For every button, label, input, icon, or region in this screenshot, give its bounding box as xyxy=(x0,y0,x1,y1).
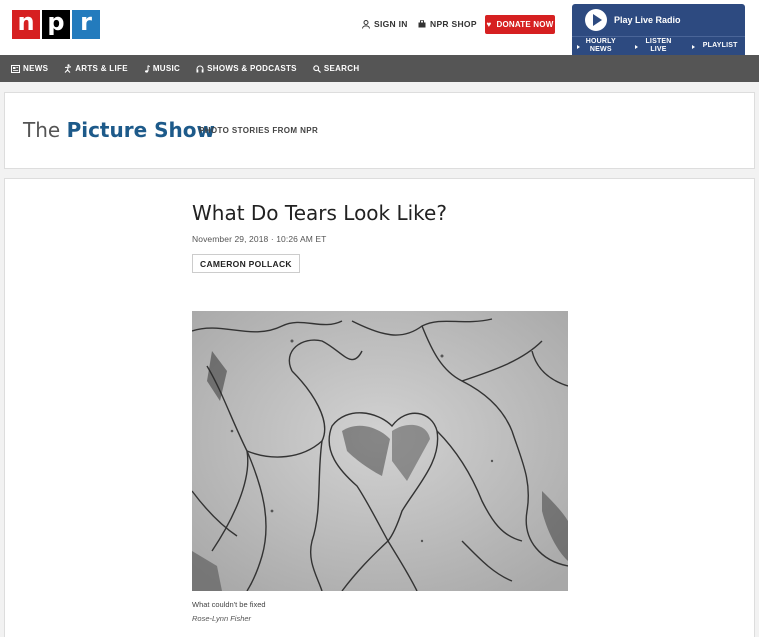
arts-icon xyxy=(64,64,72,73)
nav-music[interactable]: MUSIC xyxy=(144,64,180,73)
play-icon[interactable] xyxy=(585,9,607,31)
nav-arts-label: ARTS & LIFE xyxy=(75,64,128,73)
nav-search[interactable]: SEARCH xyxy=(313,64,360,73)
listen-live-label: LISTEN LIVE xyxy=(645,38,672,53)
logo-letter-n: n xyxy=(12,10,40,39)
article: What Do Tears Look Like? November 29, 20… xyxy=(4,178,755,637)
nav-music-label: MUSIC xyxy=(152,64,181,73)
shopping-bag-icon xyxy=(418,20,426,28)
news-icon xyxy=(11,64,20,73)
article-date: November 29, 2018 · 10:26 AM ET xyxy=(192,234,327,244)
nav-shows-podcasts[interactable]: SHOWS & PODCASTS xyxy=(196,64,297,73)
show-title-prefix: The xyxy=(23,118,61,142)
article-photo[interactable] xyxy=(192,311,568,591)
live-radio-player: Play Live Radio HOURLY NEWS LISTEN LIVE … xyxy=(572,4,745,55)
player-links: HOURLY NEWS LISTEN LIVE PLAYLIST xyxy=(572,36,745,55)
nav-news[interactable]: NEWS xyxy=(11,64,48,73)
arrow-right-icon xyxy=(634,45,638,49)
sign-in-label: SIGN IN xyxy=(374,19,408,29)
npr-logo[interactable]: n p r xyxy=(12,10,100,39)
site-header: n p r SIGN IN NPR SHOP ♥ DONATE NOW Play… xyxy=(0,0,759,55)
playlist-label: PLAYLIST xyxy=(702,42,738,49)
heart-icon: ♥ xyxy=(486,20,492,29)
main-nav: NEWS ARTS & LIFE MUSIC SHOWS & PODCASTS … xyxy=(0,55,759,82)
headphones-icon xyxy=(196,65,204,72)
donate-button[interactable]: ♥ DONATE NOW xyxy=(485,15,555,34)
photo-caption: What couldn't be fixed xyxy=(192,600,266,609)
nav-shows-label: SHOWS & PODCASTS xyxy=(207,64,297,73)
listen-live-link[interactable]: LISTEN LIVE xyxy=(630,37,688,55)
photo-credit: Rose-Lynn Fisher xyxy=(192,614,252,623)
play-live-radio-label[interactable]: Play Live Radio xyxy=(614,15,681,25)
hourly-news-link[interactable]: HOURLY NEWS xyxy=(572,37,630,55)
shop-label: NPR SHOP xyxy=(430,19,477,29)
search-icon xyxy=(313,64,321,73)
nav-search-label: SEARCH xyxy=(323,64,360,73)
author-byline[interactable]: CAMERON POLLACK xyxy=(192,254,300,273)
show-tagline: PHOTO STORIES FROM NPR xyxy=(199,126,319,135)
article-headline: What Do Tears Look Like? xyxy=(192,201,447,225)
nav-arts-life[interactable]: ARTS & LIFE xyxy=(64,64,128,73)
nav-news-label: NEWS xyxy=(23,64,49,73)
show-banner: The Picture Show PHOTO STORIES FROM NPR xyxy=(4,92,755,169)
show-title[interactable]: The Picture Show xyxy=(23,118,215,142)
npr-shop-link[interactable]: NPR SHOP xyxy=(418,19,477,29)
playlist-link[interactable]: PLAYLIST xyxy=(687,37,745,55)
show-title-name: Picture Show xyxy=(66,118,215,142)
music-icon xyxy=(144,64,150,73)
arrow-right-icon xyxy=(577,45,580,49)
sign-in-link[interactable]: SIGN IN xyxy=(362,19,408,29)
user-icon xyxy=(362,19,370,29)
donate-label: DONATE NOW xyxy=(496,20,554,29)
logo-letter-r: r xyxy=(72,10,100,39)
arrow-right-icon xyxy=(692,45,696,49)
logo-letter-p: p xyxy=(42,10,70,39)
hourly-news-label: HOURLY NEWS xyxy=(585,38,616,53)
